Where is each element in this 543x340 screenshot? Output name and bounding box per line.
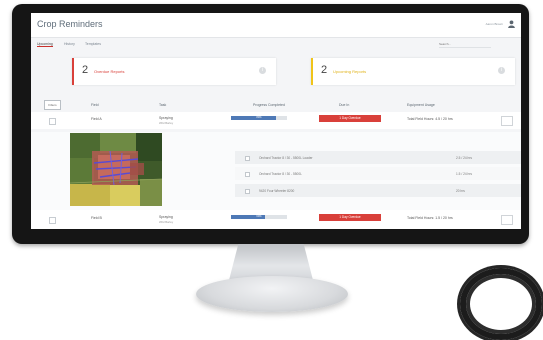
header-due[interactable]: Due In <box>339 103 349 107</box>
header-field[interactable]: Field <box>91 103 99 107</box>
app-title: Crop Reminders <box>37 19 103 29</box>
equipment-checkbox[interactable] <box>245 172 250 177</box>
header-progress[interactable]: Progress Completed <box>253 103 285 107</box>
equipment-name: 9420 Four Wheeler 8200 <box>259 189 295 193</box>
tab-history[interactable]: History <box>64 42 75 46</box>
equipment-list-item[interactable]: Orchard Tractor 8 / 30 - 5500L 1.5 / 24 … <box>235 167 521 180</box>
task-sub: Wild Barley <box>159 121 174 125</box>
monitor-frame: Crop Reminders Aaron Brown Upcoming Hist… <box>12 4 529 244</box>
app-header: Crop Reminders Aaron Brown <box>31 13 521 38</box>
equipment-name: Orchard Tractor 8 / 30 - 5500L <box>259 172 302 176</box>
row-expand-button[interactable] <box>501 116 513 126</box>
tab-bar: Upcoming History Templates <box>31 38 521 50</box>
info-icon[interactable]: i <box>259 67 266 74</box>
field-name: Field B <box>91 216 102 220</box>
equipment-hours: 20 hrs <box>456 189 465 193</box>
table-row[interactable]: Field A Spraying Wild Barley 80% 1 Day O… <box>31 112 521 129</box>
row-detail-panel: Orchard Tractor 8 / 30 - 5500L Loader 2.… <box>31 132 521 212</box>
equipment-list-item[interactable]: 9420 Four Wheeler 8200 20 hrs <box>235 184 521 197</box>
task-sub: Wild Barley <box>159 220 174 224</box>
field-name: Field A <box>91 117 102 121</box>
info-icon[interactable]: i <box>498 67 505 74</box>
task-name: Spraying <box>159 116 173 120</box>
card-accent <box>72 58 74 85</box>
progress-bar: 80% <box>231 116 287 120</box>
row-checkbox[interactable] <box>49 217 56 224</box>
search-input[interactable] <box>439 41 491 48</box>
header-task[interactable]: Task <box>159 103 166 107</box>
table-row[interactable]: Field B Spraying Wild Barley 60% 1 Day O… <box>31 210 521 229</box>
equipment-hours: 1.5 / 24 hrs <box>456 172 472 176</box>
upcoming-label: Upcoming Reports <box>333 69 367 74</box>
field-map[interactable] <box>70 133 162 206</box>
upcoming-count: 2 <box>321 64 328 76</box>
due-status-badge: 1 Day Overdue <box>319 214 381 221</box>
overdue-label: Overdue Reports <box>94 69 125 74</box>
due-status-badge: 1 Day Overdue <box>319 115 381 122</box>
equipment-checkbox[interactable] <box>245 156 250 161</box>
card-accent <box>311 58 313 85</box>
monitor-stand-base <box>196 276 348 312</box>
table-header: Filters Field Task Progress Completed Du… <box>31 99 521 111</box>
tab-upcoming[interactable]: Upcoming <box>37 42 53 47</box>
overdue-reports-card[interactable]: 2 Overdue Reports i <box>72 58 276 85</box>
overdue-count: 2 <box>82 64 89 76</box>
tab-templates[interactable]: Templates <box>85 42 101 46</box>
row-expand-button[interactable] <box>501 215 513 225</box>
equipment-checkbox[interactable] <box>245 189 250 194</box>
equipment-name: Orchard Tractor 8 / 30 - 5500L Loader <box>259 156 313 160</box>
progress-bar: 60% <box>231 215 287 219</box>
app-screen: Crop Reminders Aaron Brown Upcoming Hist… <box>31 13 521 229</box>
equipment-hours: 2.5 / 24 hrs <box>456 156 472 160</box>
filter-button[interactable]: Filters <box>44 100 61 110</box>
user-icon[interactable] <box>508 20 515 28</box>
upcoming-reports-card[interactable]: 2 Upcoming Reports i <box>311 58 515 85</box>
progress-text: 60% <box>256 215 262 218</box>
equipment-list-item[interactable]: Orchard Tractor 8 / 30 - 5500L Loader 2.… <box>235 151 521 164</box>
coiled-cable <box>460 268 542 340</box>
progress-text: 80% <box>256 116 262 119</box>
task-name: Spraying <box>159 215 173 219</box>
equipment-usage: Total Field Hours: 4.5 / 20 hrs <box>407 117 453 121</box>
user-name[interactable]: Aaron Brown <box>486 22 503 26</box>
row-checkbox[interactable] <box>49 118 56 125</box>
header-equipment[interactable]: Equipment Usage <box>407 103 435 107</box>
equipment-usage: Total Field Hours: 1.5 / 20 hrs <box>407 216 453 220</box>
